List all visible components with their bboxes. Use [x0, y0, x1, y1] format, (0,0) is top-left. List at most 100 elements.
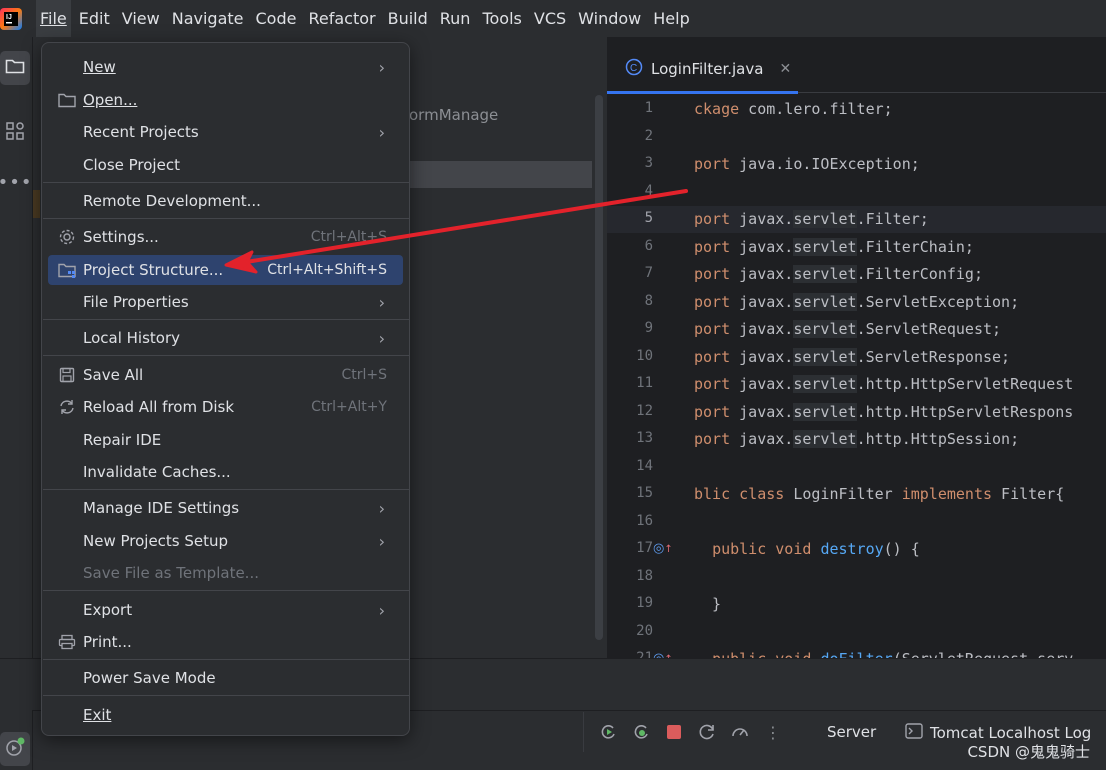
line-number: 9	[644, 320, 653, 336]
menu-separator	[43, 659, 410, 660]
active-tab-indicator	[607, 91, 798, 94]
close-tab-icon[interactable]: ✕	[779, 61, 791, 77]
menu-help-label: Help	[653, 9, 690, 28]
menu-item-new-label: New	[83, 58, 116, 76]
override-marker-icon[interactable]: ◎↑	[653, 651, 673, 658]
project-scrollbar[interactable]	[595, 95, 603, 640]
menu-tools[interactable]: Tools	[478, 0, 525, 37]
menu-item-export[interactable]: Export ›	[48, 595, 403, 625]
server-tab[interactable]: Server	[827, 723, 876, 741]
terminal-icon	[905, 723, 923, 743]
line-number: 7	[644, 265, 653, 281]
menu-item-file-properties[interactable]: File Properties ›	[48, 287, 403, 317]
intellij-logo-icon[interactable]: IJ	[0, 7, 22, 30]
menu-item-close-project[interactable]: Close Project	[48, 150, 403, 180]
menu-code[interactable]: Code	[252, 0, 301, 37]
tomcat-log-tab[interactable]: Tomcat Localhost Log	[905, 723, 1091, 743]
refresh-icon[interactable]	[697, 722, 717, 742]
menu-item-repair-ide[interactable]: Repair IDE	[48, 425, 403, 455]
menu-run-label: Run	[439, 9, 471, 28]
editor-tab-label: LoginFilter.java	[651, 60, 764, 78]
menu-item-exit[interactable]: Exit	[48, 700, 403, 730]
main-menu-bar: IJ File Edit View Navigate Code Refactor…	[0, 0, 1106, 37]
menu-item-export-label: Export	[83, 601, 133, 619]
menu-item-invalidate-caches[interactable]: Invalidate Caches...	[48, 457, 403, 487]
menu-edit[interactable]: Edit	[75, 0, 114, 37]
menu-build[interactable]: Build	[384, 0, 432, 37]
menu-item-project-structure[interactable]: Project Structure... Ctrl+Alt+Shift+S	[48, 255, 403, 285]
menu-navigate-label: Navigate	[171, 9, 244, 28]
chevron-right-icon: ›	[378, 328, 385, 348]
code-line: public void destroy() {	[712, 540, 920, 558]
menu-view[interactable]: View	[118, 0, 164, 37]
line-number: 13	[636, 430, 653, 446]
line-number: 12	[636, 403, 653, 419]
line-number: 17	[636, 540, 653, 556]
rerun-icon[interactable]	[598, 722, 618, 742]
menu-window[interactable]: Window	[574, 0, 645, 37]
menu-item-open[interactable]: Open...	[48, 85, 403, 115]
editor-tab-bar: C LoginFilter.java ✕	[607, 45, 1106, 94]
line-number: 20	[636, 623, 653, 639]
menu-item-save-all[interactable]: Save All Ctrl+S	[48, 360, 403, 390]
menu-item-recent-projects[interactable]: Recent Projects ›	[48, 117, 403, 147]
more-tools-button[interactable]: •••	[0, 165, 31, 199]
services-tool-button[interactable]	[0, 732, 30, 766]
code-editor[interactable]: C LoginFilter.java ✕ 1 2 3 4 5 6 7 8 9 1…	[607, 45, 1106, 658]
menu-item-invalidate-caches-label: Invalidate Caches...	[83, 463, 231, 481]
menu-vcs[interactable]: VCS	[530, 0, 570, 37]
code-line: port javax.servlet.http.HttpServletReque…	[694, 375, 1074, 393]
file-menu-dropdown: New › Open... Recent Projects › Close Pr…	[41, 42, 410, 736]
line-number: 10	[636, 348, 653, 364]
menu-item-new[interactable]: New ›	[48, 52, 403, 82]
menu-item-reload-all-label: Reload All from Disk	[83, 398, 235, 416]
code-line: port javax.servlet.FilterChain;	[694, 238, 974, 256]
menu-item-new-projects-setup[interactable]: New Projects Setup ›	[48, 526, 403, 556]
reload-all-shortcut: Ctrl+Alt+Y	[311, 399, 387, 415]
more-options-icon[interactable]: ⋮	[763, 722, 783, 742]
editor-tab-loginfilter[interactable]: C LoginFilter.java ✕	[607, 45, 798, 94]
menu-separator	[43, 182, 410, 183]
menu-help[interactable]: Help	[649, 0, 693, 37]
code-line: blic class LoginFilter implements Filter…	[694, 485, 1065, 503]
menu-file[interactable]: File	[36, 0, 71, 37]
menu-view-label: View	[121, 9, 160, 28]
code-area[interactable]: ckage com.lero.filter; port java.io.IOEx…	[694, 95, 1106, 658]
menu-item-manage-ide-settings[interactable]: Manage IDE Settings ›	[48, 493, 403, 523]
line-number: 4	[644, 183, 653, 199]
menu-item-power-save-mode[interactable]: Power Save Mode	[48, 663, 403, 693]
project-tree-item[interactable]: ormManage	[409, 106, 498, 124]
menu-separator	[43, 218, 410, 219]
line-number-gutter: 1 2 3 4 5 6 7 8 9 10 11 12 13 14 15 16 1…	[607, 95, 693, 658]
menu-item-file-properties-label: File Properties	[83, 293, 189, 311]
project-tree-selected-row[interactable]	[409, 161, 592, 188]
code-line: port javax.servlet.http.HttpServletRespo…	[694, 403, 1074, 421]
run-toolbar: ⋮	[583, 712, 783, 752]
menu-refactor[interactable]: Refactor	[304, 0, 379, 37]
chevron-right-icon: ›	[378, 498, 385, 518]
menu-refactor-label: Refactor	[308, 9, 376, 28]
menu-item-remote-development[interactable]: Remote Development...	[48, 186, 403, 216]
menu-run[interactable]: Run	[436, 0, 475, 37]
menu-item-save-all-label: Save All	[83, 366, 144, 384]
stop-icon[interactable]	[664, 722, 684, 742]
menu-item-local-history[interactable]: Local History ›	[48, 323, 403, 353]
menu-tools-label: Tools	[482, 9, 522, 28]
structure-tool-button[interactable]	[0, 116, 30, 150]
folder-icon	[5, 57, 25, 79]
menu-item-close-project-label: Close Project	[83, 156, 180, 174]
rerun-debug-icon[interactable]	[631, 722, 651, 742]
menu-separator	[43, 489, 410, 490]
menu-item-settings[interactable]: Settings... Ctrl+Alt+S	[48, 222, 403, 252]
dashboard-icon[interactable]	[730, 722, 750, 742]
override-marker-icon[interactable]: ◎↑	[653, 541, 673, 556]
menu-navigate[interactable]: Navigate	[168, 0, 248, 37]
vcs-change-marker	[33, 190, 40, 218]
line-number: 15	[636, 485, 653, 501]
menu-item-reload-all[interactable]: Reload All from Disk Ctrl+Alt+Y	[48, 392, 403, 422]
menu-item-print[interactable]: Print...	[48, 627, 403, 657]
menu-item-exit-label: Exit	[83, 706, 112, 724]
gear-icon	[57, 227, 77, 247]
chevron-right-icon: ›	[378, 122, 385, 142]
project-tool-button[interactable]	[0, 51, 30, 85]
